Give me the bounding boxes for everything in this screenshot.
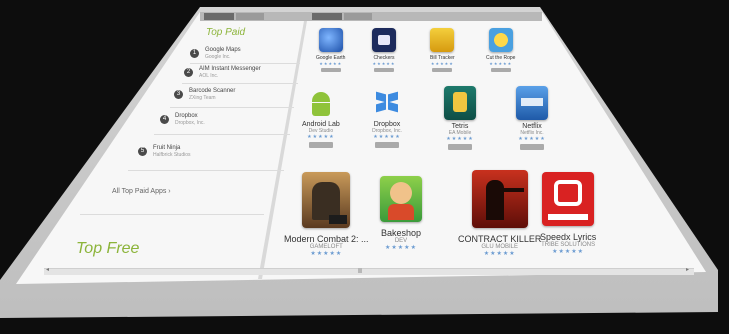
divider [170,107,294,108]
tab-games[interactable] [236,13,264,20]
app-tile-cut-the-rope[interactable]: Cut the Rope ★★★★★ [486,28,515,72]
divider [128,170,284,171]
price-button[interactable] [520,144,544,150]
sidebar-item-title: Dropbox [175,113,198,119]
price-button[interactable] [320,68,341,72]
rating-stars: ★★★★★ [372,61,396,66]
rank-badge: 1 [190,49,199,58]
app-name: Speedx Lyrics [540,232,597,242]
rating-stars: ★★★★★ [307,134,335,140]
price-button[interactable] [432,68,453,72]
rating-stars: ★★★★★ [483,251,516,257]
rating-stars: ★★★★★ [385,245,417,251]
sidebar-item-5[interactable]: 5 Fruit Ninja Halfbrick Studios [138,145,191,158]
divider [80,214,264,215]
sidebar-item-sub: Halfbrick Studios [153,152,191,158]
tab-top-paid[interactable] [312,13,342,20]
price-button[interactable] [374,68,394,72]
price-button[interactable] [375,142,399,148]
rating-stars: ★★★★★ [552,249,585,255]
app-name: Dropbox [373,121,401,128]
rank-badge: 5 [138,147,147,156]
rating-stars: ★★★★★ [310,251,343,257]
app-name: Android Lab [302,121,340,128]
app-name: Tetris [451,123,469,130]
rating-stars: ★★★★★ [518,136,546,142]
sidebar-heading: Top Paid [206,27,246,38]
app-tile-bakeshop[interactable]: Bakeshop DEV ★★★★★ [380,176,422,251]
contract-killer-icon [471,170,528,228]
sidebar-item-title: Fruit Ninja [153,145,181,151]
divider [190,63,300,64]
divider [154,134,290,135]
tetris-icon [444,86,476,120]
google-earth-icon [318,28,343,52]
sidebar-item-4[interactable]: 4 Dropbox Dropbox, Inc. [160,113,205,126]
rank-badge: 2 [184,68,193,77]
app-name: Modern Combat 2: ... [284,234,369,244]
app-name: CONTRACT KILLER [458,234,542,244]
checkers-icon [372,28,396,52]
app-tile-google-earth[interactable]: Google Earth ★★★★★ [316,28,345,72]
price-button[interactable] [448,144,472,150]
sidebar-item-sub: ZXing Team [189,95,216,101]
all-top-paid-link[interactable]: All Top Paid Apps › [112,188,171,195]
netflix-icon [516,86,548,120]
sidebar-item-title: Barcode Scanner [189,88,236,94]
sidebar-item-sub: Dropbox, Inc. [175,120,205,126]
modern-combat-icon [302,172,351,228]
tab-top-free[interactable] [344,13,372,20]
scrollbar-thumb[interactable] [358,268,362,273]
app-tile-netflix[interactable]: Netflix Netflix Inc. ★★★★★ [516,86,548,150]
price-button[interactable] [490,68,511,72]
app-tile-dropbox[interactable]: Dropbox Dropbox, Inc. ★★★★★ [372,88,402,148]
app-tile-bill-tracker[interactable]: Bill Tracker ★★★★★ [430,28,455,72]
sidebar-item-sub: AOL Inc. [199,73,219,79]
sidebar-item-title: AIM Instant Messenger [199,66,261,72]
app-name: Netflix [522,123,542,130]
top-free-heading: Top Free [76,240,140,257]
android-icon [306,88,336,118]
rating-stars: ★★★★★ [373,134,401,140]
divider [182,83,298,84]
tab-apps[interactable] [204,13,234,20]
rank-badge: 4 [160,115,169,124]
rating-stars: ★★★★★ [446,136,474,142]
sidebar-item-1[interactable]: 1 Google Maps Google Inc. [190,47,241,60]
sidebar-item-3[interactable]: 3 Barcode Scanner ZXing Team [174,88,235,101]
rating-stars: ★★★★★ [489,61,513,66]
speedx-icon [542,172,595,226]
scroll-right-icon[interactable]: ▸ [686,266,689,273]
dropbox-icon [372,88,402,118]
rating-stars: ★★★★★ [319,61,343,66]
rating-stars: ★★★★★ [430,61,454,66]
horizontal-scrollbar[interactable] [44,268,694,275]
bakeshop-icon [380,176,422,222]
cut-the-rope-icon [488,28,513,52]
app-tile-modern-combat-2[interactable]: Modern Combat 2: ... GAMELOFT ★★★★★ [284,172,369,257]
app-tile-contract-killer[interactable]: CONTRACT KILLER GLU MOBILE ★★★★★ [458,170,541,257]
rank-badge: 3 [174,90,183,99]
bill-tracker-icon [430,28,455,52]
scroll-left-icon[interactable]: ◂ [46,266,49,273]
app-tile-speedx[interactable]: Speedx Lyrics TRIBE SOLUTIONS ★★★★★ [540,172,596,255]
app-tile-tetris[interactable]: Tetris EA Mobile ★★★★★ [444,86,476,150]
sidebar-item-2[interactable]: 2 AIM Instant Messenger AOL Inc. [184,66,261,79]
price-button[interactable] [308,142,333,148]
app-tile-android-lab[interactable]: Android Lab Dev Studio ★★★★★ [302,88,340,148]
app-name: Bakeshop [380,228,422,238]
sidebar-item-sub: Google Inc. [205,54,231,60]
app-tile-checkers[interactable]: Checkers ★★★★★ [372,28,396,72]
tilted-tablet-screen: Top Paid 1 Google Maps Google Inc. 2 AIM… [0,0,729,334]
sidebar-item-title: Google Maps [205,47,241,53]
